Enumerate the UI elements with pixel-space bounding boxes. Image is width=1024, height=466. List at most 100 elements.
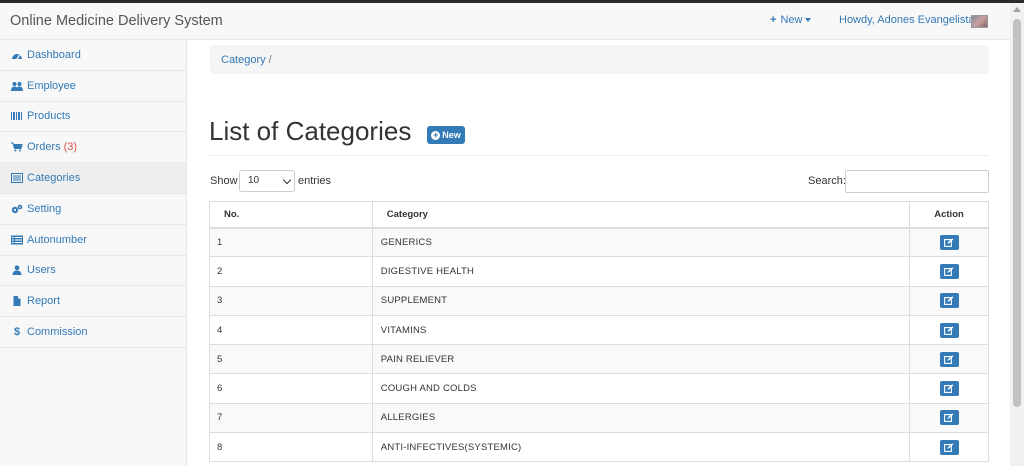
list-icon — [11, 235, 23, 245]
sidebar-item-label: Report — [27, 295, 61, 308]
sidebar-item-orders[interactable]: Orders (3) — [0, 132, 186, 164]
chevron-down-icon — [282, 175, 292, 185]
sidebar-item-users[interactable]: Users — [0, 256, 186, 287]
orders-count-badge: (3) — [63, 141, 78, 154]
category-name: ALLERGIES — [371, 402, 911, 434]
row-number: 1 — [209, 226, 373, 258]
title-divider — [209, 155, 989, 156]
sidebar-item-label: Products — [27, 110, 71, 123]
sidebar-item-commission[interactable]: $ Commission — [0, 317, 186, 348]
category-name: GENERICS — [371, 226, 911, 258]
sidebar-item-setting[interactable]: Setting — [0, 194, 186, 225]
users-icon — [11, 81, 23, 91]
entries-per-page-value: 10 — [248, 175, 260, 186]
edit-icon — [944, 325, 954, 335]
edit-icon — [944, 267, 954, 276]
list-alt-icon — [11, 173, 23, 184]
row-actions — [909, 432, 989, 463]
row-actions — [909, 373, 989, 404]
table-header-row: No. Category Action — [209, 201, 989, 229]
add-category-button[interactable]: + New — [427, 126, 465, 144]
scroll-thumb[interactable] — [1013, 19, 1021, 407]
page-scrollbar[interactable] — [1010, 3, 1024, 466]
row-number: 7 — [209, 402, 373, 434]
sidebar-item-label: Dashboard — [27, 48, 81, 61]
breadcrumb: Category / — [210, 45, 989, 74]
row-number: 2 — [209, 256, 373, 287]
barcode-icon — [11, 111, 23, 121]
table-row: 2 DIGESTIVE HEALTH — [209, 256, 989, 287]
file-icon — [11, 296, 23, 307]
row-number: 8 — [209, 432, 373, 463]
sidebar-item-label: Setting — [27, 202, 62, 215]
search-input[interactable] — [845, 170, 989, 193]
sidebar-item-label: Autonumber — [27, 233, 87, 246]
app-title[interactable]: Online Medicine Delivery System — [10, 13, 223, 29]
edit-button[interactable] — [939, 263, 959, 279]
category-name: COUGH AND COLDS — [371, 373, 911, 404]
scroll-up-arrow-icon[interactable] — [1013, 7, 1021, 12]
table-row: 1 GENERICS — [209, 226, 989, 258]
category-name: ANTI-INFECTIVES(SYSTEMIC) — [371, 432, 911, 463]
avatar[interactable] — [971, 15, 988, 28]
entries-label: entries — [298, 175, 332, 187]
new-dropdown[interactable]: + New — [770, 14, 812, 26]
column-header-category[interactable]: Category — [371, 201, 911, 229]
caret-down-icon — [805, 18, 812, 23]
sidebar-item-products[interactable]: Products — [0, 102, 186, 133]
sidebar: Dashboard Employee Products Orders (3) C… — [0, 40, 187, 466]
edit-button[interactable] — [939, 293, 959, 309]
sidebar-item-label: Employee — [27, 79, 76, 92]
table-body: 1 GENERICS 2 DIGESTIVE HEALTH 3 SUPPLEMENT 4 VI… — [209, 226, 989, 463]
category-name: VITAMINS — [371, 314, 911, 346]
edit-button[interactable] — [939, 234, 959, 250]
row-actions — [909, 226, 989, 258]
dashboard-icon — [11, 50, 23, 60]
sidebar-item-employee[interactable]: Employee — [0, 71, 186, 102]
edit-button[interactable] — [939, 410, 959, 426]
column-header-action: Action — [909, 201, 989, 229]
row-actions — [909, 256, 989, 287]
table-row: 5 PAIN RELIEVER — [209, 344, 989, 375]
new-dropdown-label: New — [780, 14, 803, 26]
sidebar-item-dashboard[interactable]: Dashboard — [0, 40, 186, 71]
plus-icon: + — [770, 14, 777, 26]
table-row: 6 COUGH AND COLDS — [209, 373, 989, 404]
table-row: 7 ALLERGIES — [209, 402, 989, 434]
edit-button[interactable] — [939, 322, 959, 338]
user-menu[interactable]: Howdy, Adones Evangelista — [839, 14, 975, 26]
table-row: 3 SUPPLEMENT — [209, 285, 989, 316]
edit-icon — [944, 384, 954, 394]
edit-button[interactable] — [939, 351, 959, 367]
edit-button[interactable] — [939, 381, 959, 397]
column-header-no[interactable]: No. — [209, 201, 373, 229]
edit-icon — [944, 443, 954, 452]
sidebar-item-report[interactable]: Report — [0, 286, 186, 318]
sidebar-item-label: Orders — [27, 141, 61, 154]
breadcrumb-item-category[interactable]: Category — [221, 54, 266, 66]
row-actions — [909, 402, 989, 434]
show-label: Show — [210, 175, 238, 187]
breadcrumb-separator: / — [268, 54, 272, 66]
edit-button[interactable] — [939, 439, 959, 455]
edit-icon — [944, 238, 954, 247]
sidebar-item-autonumber[interactable]: Autonumber — [0, 225, 186, 256]
entries-per-page-select[interactable]: 10 — [239, 170, 295, 192]
table-row: 4 VITAMINS — [209, 314, 989, 346]
cogs-icon — [11, 204, 23, 214]
dollar-icon: $ — [13, 326, 21, 339]
cart-icon — [11, 142, 23, 152]
table-row: 8 ANTI-INFECTIVES(SYSTEMIC) — [209, 432, 989, 463]
add-category-button-label: New — [442, 130, 461, 140]
row-actions — [909, 314, 989, 346]
page-title: List of Categories — [209, 116, 412, 146]
category-name: DIGESTIVE HEALTH — [371, 256, 911, 287]
categories-table: No. Category Action 1 GENERICS 2 DIGESTIVE … — [209, 201, 989, 463]
sidebar-item-categories[interactable]: Categories — [0, 163, 186, 194]
sidebar-item-label: Commission — [27, 326, 88, 339]
user-icon — [11, 265, 23, 276]
top-navbar: Online Medicine Delivery System + New How… — [0, 3, 1010, 40]
category-name: SUPPLEMENT — [371, 285, 911, 316]
edit-icon — [944, 296, 954, 306]
edit-icon — [944, 355, 954, 364]
